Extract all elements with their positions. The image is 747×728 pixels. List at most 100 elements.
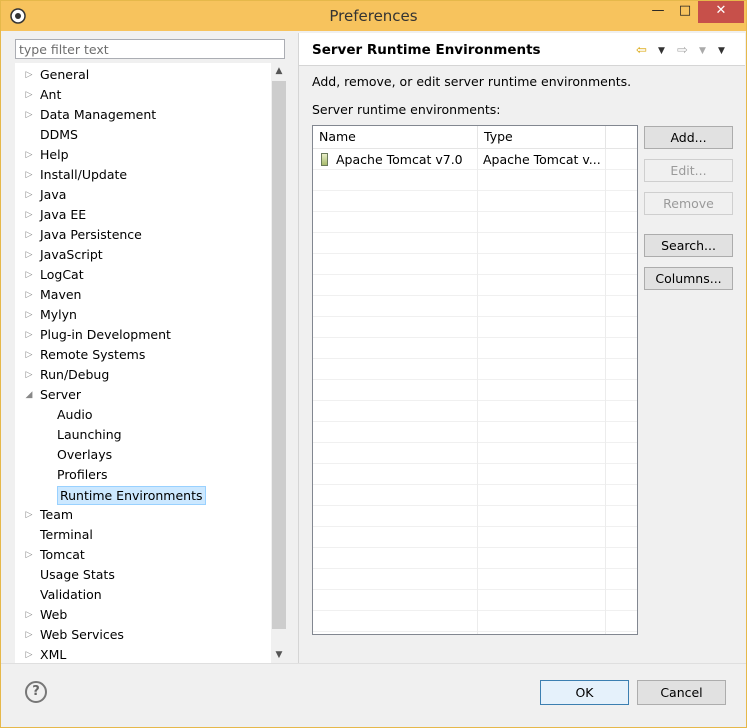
tree-item-label: JavaScript	[40, 247, 103, 262]
tree-item[interactable]: ▷ Data Management	[23, 105, 279, 125]
tree-item-label: Ant	[40, 87, 62, 102]
tree-item[interactable]: ▷ LogCat	[23, 265, 279, 285]
search-button[interactable]: Search...	[644, 234, 733, 257]
collapsed-arrow-icon[interactable]: ▷	[23, 65, 35, 85]
tree-item[interactable]: Runtime Environments	[23, 485, 279, 505]
tree-item[interactable]: Profilers	[23, 465, 279, 485]
title-bar[interactable]: Preferences — □ ✕	[1, 1, 746, 31]
tree-item[interactable]: ▷ Web	[23, 605, 279, 625]
tree-item-label: XML	[40, 647, 67, 662]
collapsed-arrow-icon[interactable]: ▷	[23, 105, 35, 125]
back-dropdown-icon[interactable]: ▼	[658, 46, 665, 56]
tree-item[interactable]: Overlays	[23, 445, 279, 465]
maximize-button[interactable]: □	[671, 1, 699, 23]
scroll-thumb[interactable]	[272, 81, 286, 629]
tree-item[interactable]: ◢ Server	[23, 385, 279, 405]
tree-item[interactable]: Audio	[23, 405, 279, 425]
collapsed-arrow-icon[interactable]: ▷	[23, 145, 35, 165]
runtime-name: Apache Tomcat v7.0	[336, 152, 463, 167]
filter-input[interactable]	[15, 39, 285, 59]
tree-item-label: Overlays	[57, 447, 113, 462]
tree-item-label: Java	[40, 187, 67, 202]
back-arrow-icon[interactable]: ⇦	[636, 43, 647, 58]
add-button[interactable]: Add...	[644, 126, 733, 149]
tree-item[interactable]: Launching	[23, 425, 279, 445]
collapsed-arrow-icon[interactable]: ▷	[23, 225, 35, 245]
collapsed-arrow-icon[interactable]: ▷	[23, 345, 35, 365]
column-header-name[interactable]: Name	[313, 126, 478, 148]
tree-item[interactable]: ▷ Java	[23, 185, 279, 205]
tree-item-label: Usage Stats	[40, 567, 115, 582]
tree-item-label: General	[40, 67, 90, 82]
row-gridlines	[313, 149, 637, 634]
tree-item-label: Team	[40, 507, 74, 522]
tree-item[interactable]: Validation	[23, 585, 279, 605]
close-button[interactable]: ✕	[698, 1, 744, 23]
tree-item[interactable]: Terminal	[23, 525, 279, 545]
ok-button[interactable]: OK	[540, 680, 629, 705]
collapsed-arrow-icon[interactable]: ▷	[23, 505, 35, 525]
tree-item[interactable]: ▷ Maven	[23, 285, 279, 305]
tree-item[interactable]: DDMS	[23, 125, 279, 145]
tree-scrollbar[interactable]: ▲ ▼	[271, 63, 287, 663]
panel-divider[interactable]	[298, 33, 299, 663]
tree-item[interactable]: ▷ Run/Debug	[23, 365, 279, 385]
tree-item[interactable]: Usage Stats	[23, 565, 279, 585]
tree-item-label: Data Management	[40, 107, 157, 122]
tree-item[interactable]: ▷ Plug-in Development	[23, 325, 279, 345]
collapsed-arrow-icon[interactable]: ▷	[23, 545, 35, 565]
collapsed-arrow-icon[interactable]: ▷	[23, 305, 35, 325]
tree-item[interactable]: ▷ Tomcat	[23, 545, 279, 565]
edit-button[interactable]: Edit...	[644, 159, 733, 182]
tree-item[interactable]: ▷ Team	[23, 505, 279, 525]
collapsed-arrow-icon[interactable]: ▷	[23, 85, 35, 105]
collapsed-arrow-icon[interactable]: ▷	[23, 325, 35, 345]
preferences-window: Preferences — □ ✕ ▷ General ▷ Ant ▷ Data Mana…	[0, 0, 747, 728]
tree-item[interactable]: ▷ General	[23, 65, 279, 85]
page-description: Add, remove, or edit server runtime envi…	[312, 74, 632, 89]
collapsed-arrow-icon[interactable]: ▷	[23, 645, 35, 663]
scroll-down-icon[interactable]: ▼	[271, 647, 287, 663]
collapsed-arrow-icon[interactable]: ▷	[23, 605, 35, 625]
collapsed-arrow-icon[interactable]: ▷	[23, 625, 35, 645]
window-title: Preferences	[329, 7, 418, 25]
tree-item[interactable]: ▷ Install/Update	[23, 165, 279, 185]
tree-item[interactable]: ▷ Java Persistence	[23, 225, 279, 245]
tree-item-label: Web Services	[40, 627, 124, 642]
tree-item[interactable]: ▷ XML	[23, 645, 279, 663]
scroll-up-icon[interactable]: ▲	[271, 63, 287, 79]
cancel-button[interactable]: Cancel	[637, 680, 726, 705]
preference-tree[interactable]: ▷ General ▷ Ant ▷ Data Management DDMS ▷ Help ▷ In…	[15, 63, 287, 663]
column-header-type[interactable]: Type	[478, 126, 606, 148]
forward-dropdown-icon[interactable]: ▼	[699, 46, 706, 56]
collapsed-arrow-icon[interactable]: ▷	[23, 165, 35, 185]
page-title: Server Runtime Environments	[312, 42, 541, 58]
tree-item[interactable]: ▷ Web Services	[23, 625, 279, 645]
collapsed-arrow-icon[interactable]: ▷	[23, 245, 35, 265]
runtime-table[interactable]: Name Type Apache Tomcat v7.0 Apache Tomc…	[312, 125, 638, 635]
expanded-arrow-icon[interactable]: ◢	[23, 385, 35, 405]
tree-item-label: Web	[40, 607, 68, 622]
tree-item-label: LogCat	[40, 267, 84, 282]
collapsed-arrow-icon[interactable]: ▷	[23, 185, 35, 205]
collapsed-arrow-icon[interactable]: ▷	[23, 265, 35, 285]
minimize-button[interactable]: —	[644, 1, 672, 23]
table-row[interactable]: Apache Tomcat v7.0 Apache Tomcat v...	[313, 150, 637, 170]
collapsed-arrow-icon[interactable]: ▷	[23, 285, 35, 305]
help-icon[interactable]: ?	[25, 681, 47, 703]
tree-item[interactable]: ▷ Java EE	[23, 205, 279, 225]
tree-item[interactable]: ▷ Help	[23, 145, 279, 165]
view-menu-icon[interactable]: ▼	[718, 46, 725, 56]
remove-button[interactable]: Remove	[644, 192, 733, 215]
tree-item-label: Help	[40, 147, 69, 162]
tree-item[interactable]: ▷ Remote Systems	[23, 345, 279, 365]
columns-button[interactable]: Columns...	[644, 267, 733, 290]
forward-arrow-icon[interactable]: ⇨	[677, 43, 688, 58]
tree-item-label: DDMS	[40, 127, 78, 142]
collapsed-arrow-icon[interactable]: ▷	[23, 205, 35, 225]
tree-item[interactable]: ▷ Mylyn	[23, 305, 279, 325]
tree-item[interactable]: ▷ JavaScript	[23, 245, 279, 265]
collapsed-arrow-icon[interactable]: ▷	[23, 365, 35, 385]
tree-item-label: Validation	[40, 587, 102, 602]
tree-item[interactable]: ▷ Ant	[23, 85, 279, 105]
